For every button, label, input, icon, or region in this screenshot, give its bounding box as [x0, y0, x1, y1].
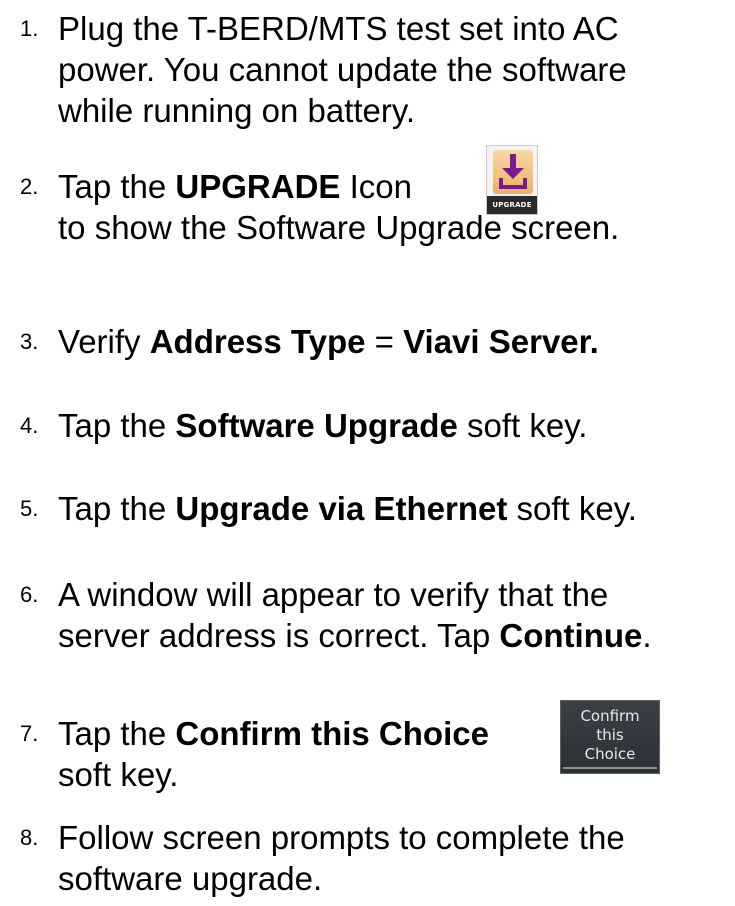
step-number: 4. — [20, 413, 39, 438]
bold-run: Address Type — [149, 323, 366, 360]
text-run: Icon — [340, 168, 412, 205]
text-run: soft key. — [507, 490, 637, 527]
upgrade-icon: UPGRADE — [486, 145, 538, 215]
step-text: Verify Address Type = Viavi Server. — [58, 321, 735, 362]
step-number: 8. — [20, 825, 39, 850]
text-run: Tap the — [58, 490, 176, 527]
step-line: Tap the Software Upgrade soft key. — [58, 405, 735, 446]
upgrade-icon-label: UPGRADE — [487, 196, 537, 214]
step-text: Follow screen prompts to complete the so… — [58, 817, 735, 899]
step-line: server address is correct. Tap Continue. — [58, 615, 735, 656]
step-line: software upgrade. — [58, 860, 323, 897]
step-line: A window will appear to verify that the — [58, 576, 609, 613]
step-number: 3. — [20, 329, 39, 354]
step-text: A window will appear to verify that the … — [58, 574, 735, 656]
text-run: server address is correct. Tap — [58, 617, 500, 654]
confirm-key-line: Choice — [584, 745, 636, 763]
step-line: power. You cannot update the software — [58, 51, 627, 88]
step-number: 7. — [20, 721, 39, 746]
text-run: Verify — [58, 323, 150, 360]
step-line: Follow screen prompts to complete the — [58, 819, 625, 856]
step-number: 1. — [20, 16, 39, 41]
bold-run: Viavi Server. — [403, 323, 599, 360]
text-run: Tap the — [58, 715, 176, 752]
soft-key-underline — [563, 767, 657, 769]
step-line: to show the Software Upgrade screen. — [58, 209, 620, 246]
text-run: soft key. — [457, 407, 588, 444]
bold-run: Software Upgrade — [175, 407, 458, 444]
confirm-key-line: this — [596, 726, 624, 744]
step-line: Tap the Upgrade via Ethernet soft key. — [58, 488, 735, 529]
step-line: Tap the UPGRADE Icon — [58, 166, 735, 207]
confirm-key-line: Confirm — [580, 707, 640, 725]
step-number: 6. — [20, 582, 39, 607]
step-text: Plug the T-BERD/MTS test set into AC pow… — [58, 8, 735, 131]
bold-run: Upgrade via Ethernet — [175, 490, 508, 527]
text-run: Tap the — [58, 168, 176, 205]
download-arrow-icon — [499, 154, 527, 189]
step-number: 5. — [20, 496, 39, 521]
step-text: Tap the Upgrade via Ethernet soft key. — [58, 488, 735, 529]
step-line: while running on battery. — [58, 92, 416, 129]
bold-run: Confirm this Choice — [175, 715, 489, 752]
step-text: Tap the Software Upgrade soft key. — [58, 405, 735, 446]
bold-run: UPGRADE — [175, 168, 341, 205]
step-line: Verify Address Type = Viavi Server. — [58, 321, 735, 362]
step-number: 2. — [20, 174, 39, 199]
step-line: Plug the T-BERD/MTS test set into AC — [58, 10, 619, 47]
text-run: Tap the — [58, 407, 176, 444]
text-run: = — [365, 323, 404, 360]
bold-run: Continue — [499, 617, 643, 654]
confirm-this-choice-button[interactable]: Confirm this Choice — [560, 700, 660, 774]
text-run: . — [642, 617, 652, 654]
step-text: Tap the UPGRADE Icon to show the Softwar… — [58, 166, 735, 248]
